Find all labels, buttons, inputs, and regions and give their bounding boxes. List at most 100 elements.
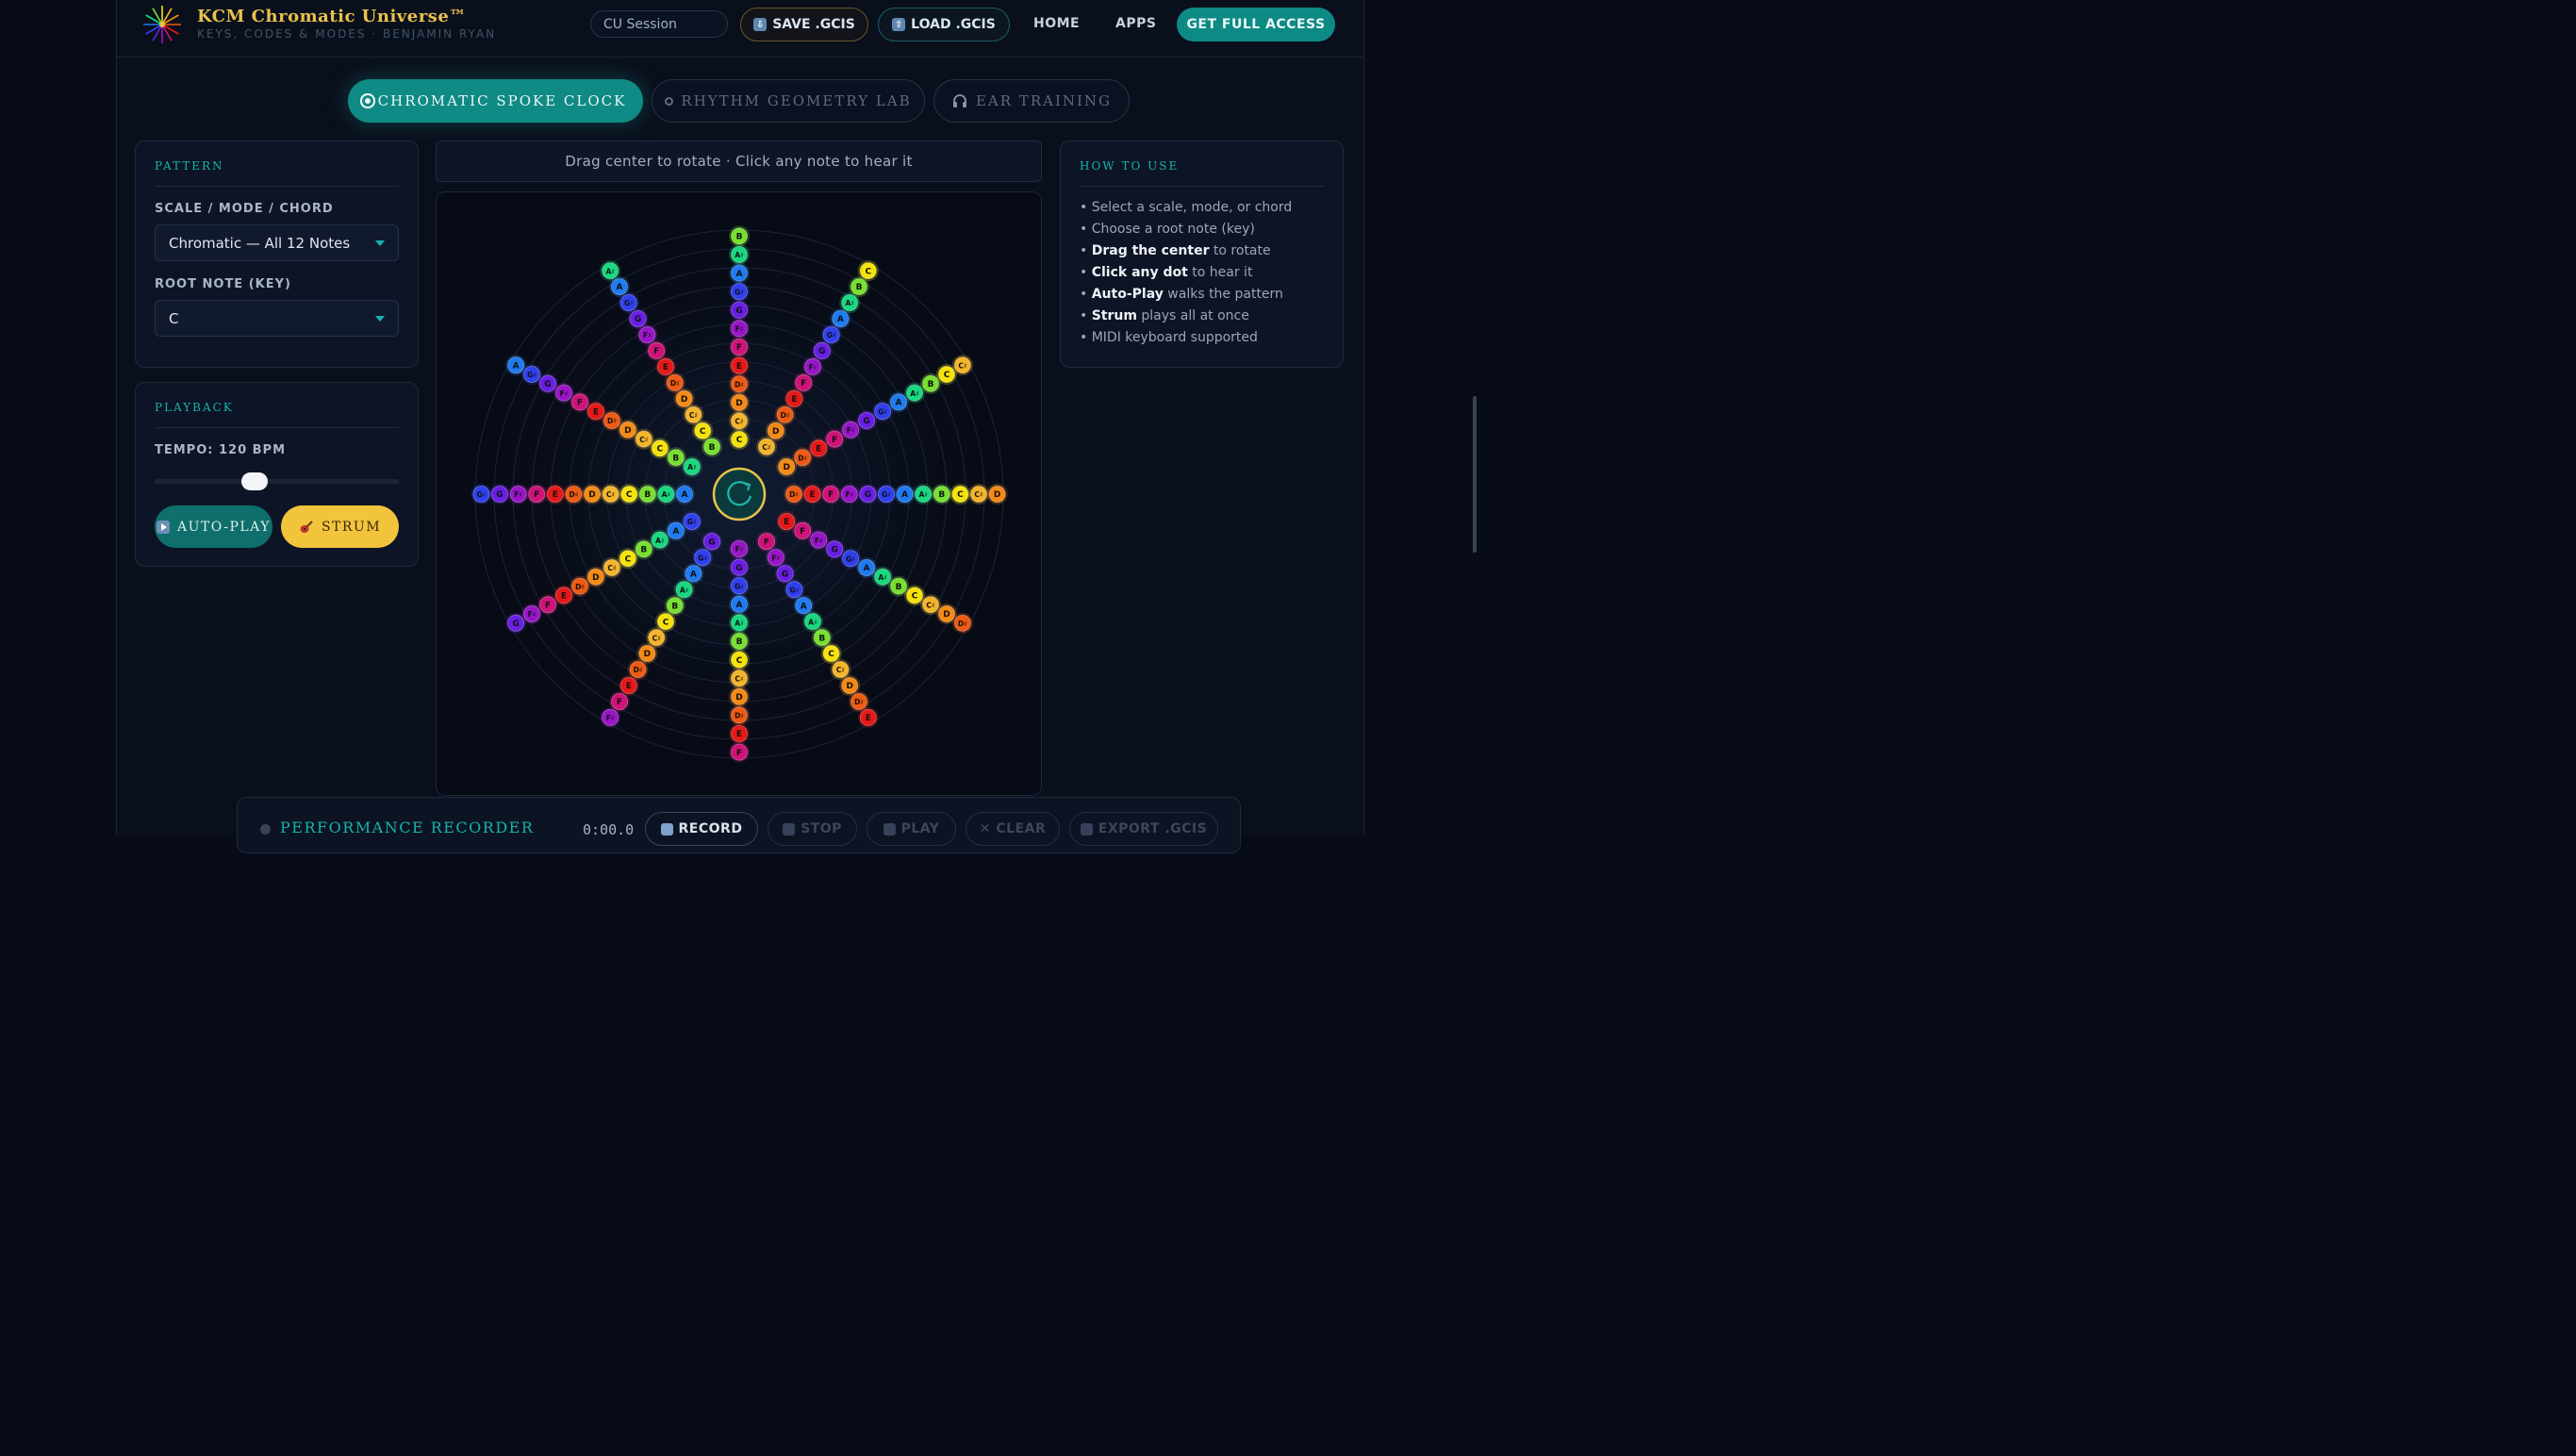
note-dot[interactable]: G♯ (728, 575, 751, 597)
note-dot[interactable]: B (728, 225, 751, 247)
note-dot[interactable]: E (728, 722, 751, 745)
note-label: E (553, 490, 558, 500)
note-dot[interactable]: C (728, 649, 751, 670)
note-dot[interactable]: G (728, 299, 751, 321)
note-dot[interactable]: D (728, 391, 751, 413)
note-dot[interactable]: G (505, 612, 527, 634)
note-dot[interactable]: A (728, 262, 751, 284)
nav-apps-link[interactable]: APPS (1115, 16, 1156, 31)
note-dot[interactable]: A (673, 483, 696, 505)
note-dot[interactable]: E (857, 706, 879, 729)
note-dot[interactable]: G♯ (471, 483, 492, 505)
note-dot[interactable]: C♯ (728, 668, 751, 689)
note-label: D (994, 490, 1000, 500)
note-dot[interactable]: A (728, 593, 751, 615)
note-dot[interactable]: B (728, 630, 751, 653)
note-dot[interactable]: B (931, 483, 952, 505)
note-label: C (663, 618, 669, 627)
divider (1080, 186, 1324, 187)
note-dot[interactable]: D (986, 483, 1008, 505)
note-dot[interactable]: C (857, 260, 879, 282)
export-gcis-button[interactable]: EXPORT .GCIS (1069, 812, 1218, 846)
note-dot[interactable]: F (728, 336, 751, 358)
get-full-access-button[interactable]: GET FULL ACCESS (1177, 8, 1335, 41)
note-dot[interactable]: D (728, 686, 751, 707)
tab-chromatic-spoke-clock[interactable]: CHROMATIC SPOKE CLOCK (348, 79, 643, 123)
how-to-use-panel: HOW TO USE • Select a scale, mode, or ch… (1060, 141, 1344, 368)
strum-button[interactable]: STRUM (281, 505, 399, 548)
root-note-select[interactable]: C (155, 300, 399, 337)
note-dot[interactable]: G (488, 483, 511, 505)
note-dot[interactable]: F♯ (728, 538, 751, 560)
note-dot[interactable]: F♯ (728, 318, 751, 339)
note-dot[interactable]: E (544, 483, 566, 505)
upload-icon: ⇧ (892, 18, 906, 31)
note-label: F♯ (845, 490, 853, 499)
stop-label: STOP (801, 821, 842, 836)
note-dot[interactable]: C♯ (600, 483, 621, 505)
note-dot[interactable]: A♯ (600, 260, 621, 282)
load-gcis-button[interactable]: ⇧ LOAD .GCIS (878, 8, 1010, 41)
note-label: A♯ (808, 618, 817, 626)
note-label: F (534, 490, 539, 500)
note-dot[interactable]: E (728, 355, 751, 376)
note-label: C (656, 445, 663, 455)
clear-button[interactable]: ✕ CLEAR (966, 812, 1060, 846)
note-dot[interactable]: C (949, 483, 971, 505)
note-dot[interactable]: A♯ (728, 612, 751, 634)
note-label: D♯ (854, 698, 864, 706)
how-to-item-text: walks the pattern (1163, 287, 1283, 302)
note-dot[interactable]: A♯ (913, 483, 934, 505)
note-dot[interactable]: F (820, 483, 842, 505)
note-dot[interactable]: E (801, 483, 823, 505)
tempo-slider[interactable] (155, 472, 399, 490)
nav-home-link[interactable]: HOME (1033, 16, 1080, 31)
page-scrollbar[interactable] (1473, 396, 1477, 553)
note-dot[interactable]: G (857, 483, 879, 505)
note-dot[interactable]: C (619, 483, 640, 505)
scale-select[interactable]: Chromatic — All 12 Notes (155, 224, 399, 261)
note-label: C♯ (735, 674, 743, 683)
how-to-item: • Choose a root note (key) (1080, 222, 1255, 237)
note-dot[interactable]: G♯ (875, 483, 898, 505)
note-dot[interactable]: A♯ (655, 483, 677, 505)
note-dot[interactable]: B (636, 483, 658, 505)
auto-play-button[interactable]: AUTO-PLAY (155, 505, 272, 548)
tab-rhythm-geometry-lab[interactable]: RHYTHM GEOMETRY LAB (652, 79, 925, 123)
rotate-handle[interactable] (712, 467, 767, 521)
note-dot[interactable]: C♯ (967, 483, 990, 505)
note-dot[interactable]: F (728, 741, 751, 763)
note-label: B (671, 602, 678, 611)
note-label: A♯ (662, 490, 670, 499)
note-dot[interactable]: D♯ (728, 373, 751, 395)
play-button[interactable]: PLAY (867, 812, 956, 846)
note-dot[interactable]: A (505, 355, 527, 376)
note-dot[interactable]: G (728, 556, 751, 578)
note-dot[interactable]: F (526, 483, 548, 505)
note-dot[interactable]: F♯ (838, 483, 860, 505)
note-dot[interactable]: A♯ (728, 243, 751, 266)
note-dot[interactable]: A (894, 483, 916, 505)
note-dot[interactable]: F♯ (507, 483, 529, 505)
note-dot[interactable]: C♯ (728, 410, 751, 432)
stop-button[interactable]: STOP (768, 812, 857, 846)
note-dot[interactable]: G♯ (728, 281, 751, 303)
note-label: F♯ (771, 554, 780, 562)
session-name-input[interactable] (590, 10, 728, 38)
note-label: G (512, 620, 519, 629)
load-gcis-label: LOAD .GCIS (911, 17, 996, 32)
note-dot[interactable]: C♯ (951, 355, 973, 376)
tab-ear-training[interactable]: EAR TRAINING (933, 79, 1130, 123)
note-dot[interactable]: D♯ (728, 704, 751, 726)
how-to-use-title: HOW TO USE (1080, 159, 1180, 173)
save-gcis-button[interactable]: ⇩ SAVE .GCIS (740, 8, 868, 41)
tempo-slider-thumb[interactable] (241, 472, 269, 490)
note-dot[interactable]: F♯ (600, 706, 621, 729)
note-dot[interactable]: D (581, 483, 603, 505)
note-dot[interactable]: D♯ (951, 612, 973, 634)
note-label: D♯ (798, 454, 807, 462)
record-button[interactable]: RECORD (645, 812, 758, 846)
note-dot[interactable]: C (728, 428, 751, 451)
note-dot[interactable]: D♯ (783, 483, 805, 505)
note-dot[interactable]: D♯ (563, 483, 585, 505)
